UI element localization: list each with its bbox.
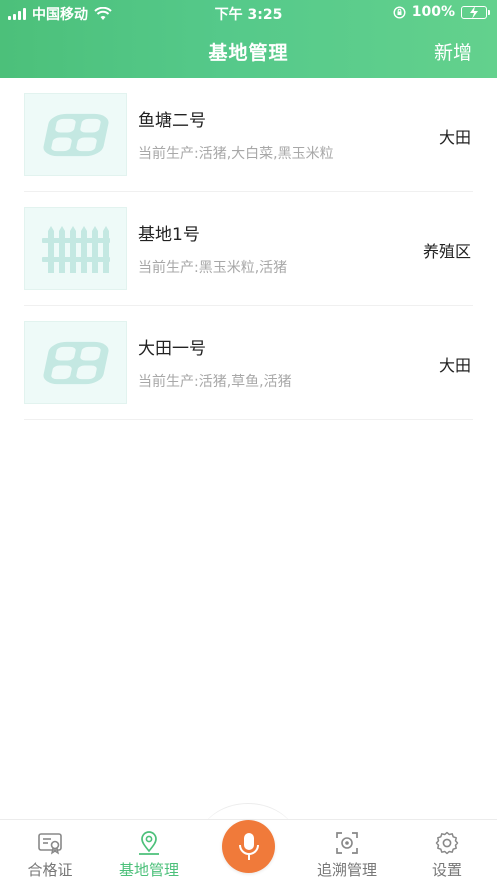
tab-settings[interactable]: 设置	[399, 830, 495, 880]
current-production: 当前生产:黑玉米粒,活猪	[138, 257, 287, 277]
tab-trace-management[interactable]: 追溯管理	[299, 830, 395, 880]
current-production-value: 黑玉米粒,活猪	[198, 260, 288, 276]
status-bar: 中国移动 下午 3:25 100%	[0, 0, 497, 26]
voice-button[interactable]	[222, 820, 275, 873]
base-name: 基地1号	[138, 225, 200, 245]
tab-label: 追溯管理	[316, 861, 377, 879]
base-type: 养殖区	[422, 242, 471, 261]
orientation-lock-icon	[393, 5, 406, 19]
microphone-icon	[238, 832, 259, 860]
list-item[interactable]: 鱼塘二号 当前生产:活猪,大白菜,黑玉米粒 大田	[24, 78, 473, 192]
add-button[interactable]: 新增	[434, 38, 472, 65]
current-production-label: 当前生产:	[138, 146, 199, 162]
trace-scan-icon	[336, 832, 358, 854]
list-item[interactable]: 基地1号 当前生产:黑玉米粒,活猪 养殖区	[24, 192, 473, 306]
base-thumbnail	[24, 207, 127, 290]
location-pin-icon	[139, 831, 159, 855]
tab-label: 基地管理	[118, 861, 179, 879]
current-production: 当前生产:活猪,草鱼,活猪	[138, 371, 292, 391]
base-type: 大田	[438, 356, 471, 375]
current-production-label: 当前生产:	[138, 374, 199, 390]
tab-certificate[interactable]: 合格证	[2, 830, 98, 880]
current-production-value: 活猪,大白菜,黑玉米粒	[198, 146, 334, 162]
base-name: 鱼塘二号	[138, 111, 206, 131]
base-type: 大田	[438, 128, 471, 147]
current-production-value: 活猪,草鱼,活猪	[198, 374, 292, 390]
certificate-icon	[38, 833, 62, 855]
gear-icon	[435, 831, 459, 855]
base-name: 大田一号	[138, 339, 206, 359]
list-item[interactable]: 大田一号 当前生产:活猪,草鱼,活猪 大田	[24, 306, 473, 420]
field-icon	[42, 341, 109, 384]
battery-icon	[461, 5, 490, 19]
field-icon	[42, 113, 109, 156]
page-title: 基地管理	[208, 42, 289, 64]
current-production-label: 当前生产:	[138, 260, 199, 276]
base-thumbnail	[24, 93, 127, 176]
tab-base-management[interactable]: 基地管理	[101, 830, 197, 880]
tab-label: 设置	[431, 861, 462, 879]
top-bar: 中国移动 下午 3:25 100% 基地管理 新增	[0, 0, 497, 78]
base-list: 鱼塘二号 当前生产:活猪,大白菜,黑玉米粒 大田 基地1号 当前生产:黑玉米粒,…	[24, 78, 473, 420]
base-thumbnail	[24, 321, 127, 404]
battery-percent: 100%	[411, 4, 455, 20]
current-production: 当前生产:活猪,大白菜,黑玉米粒	[138, 143, 334, 163]
fence-icon	[41, 225, 110, 273]
tab-label: 合格证	[27, 861, 73, 879]
